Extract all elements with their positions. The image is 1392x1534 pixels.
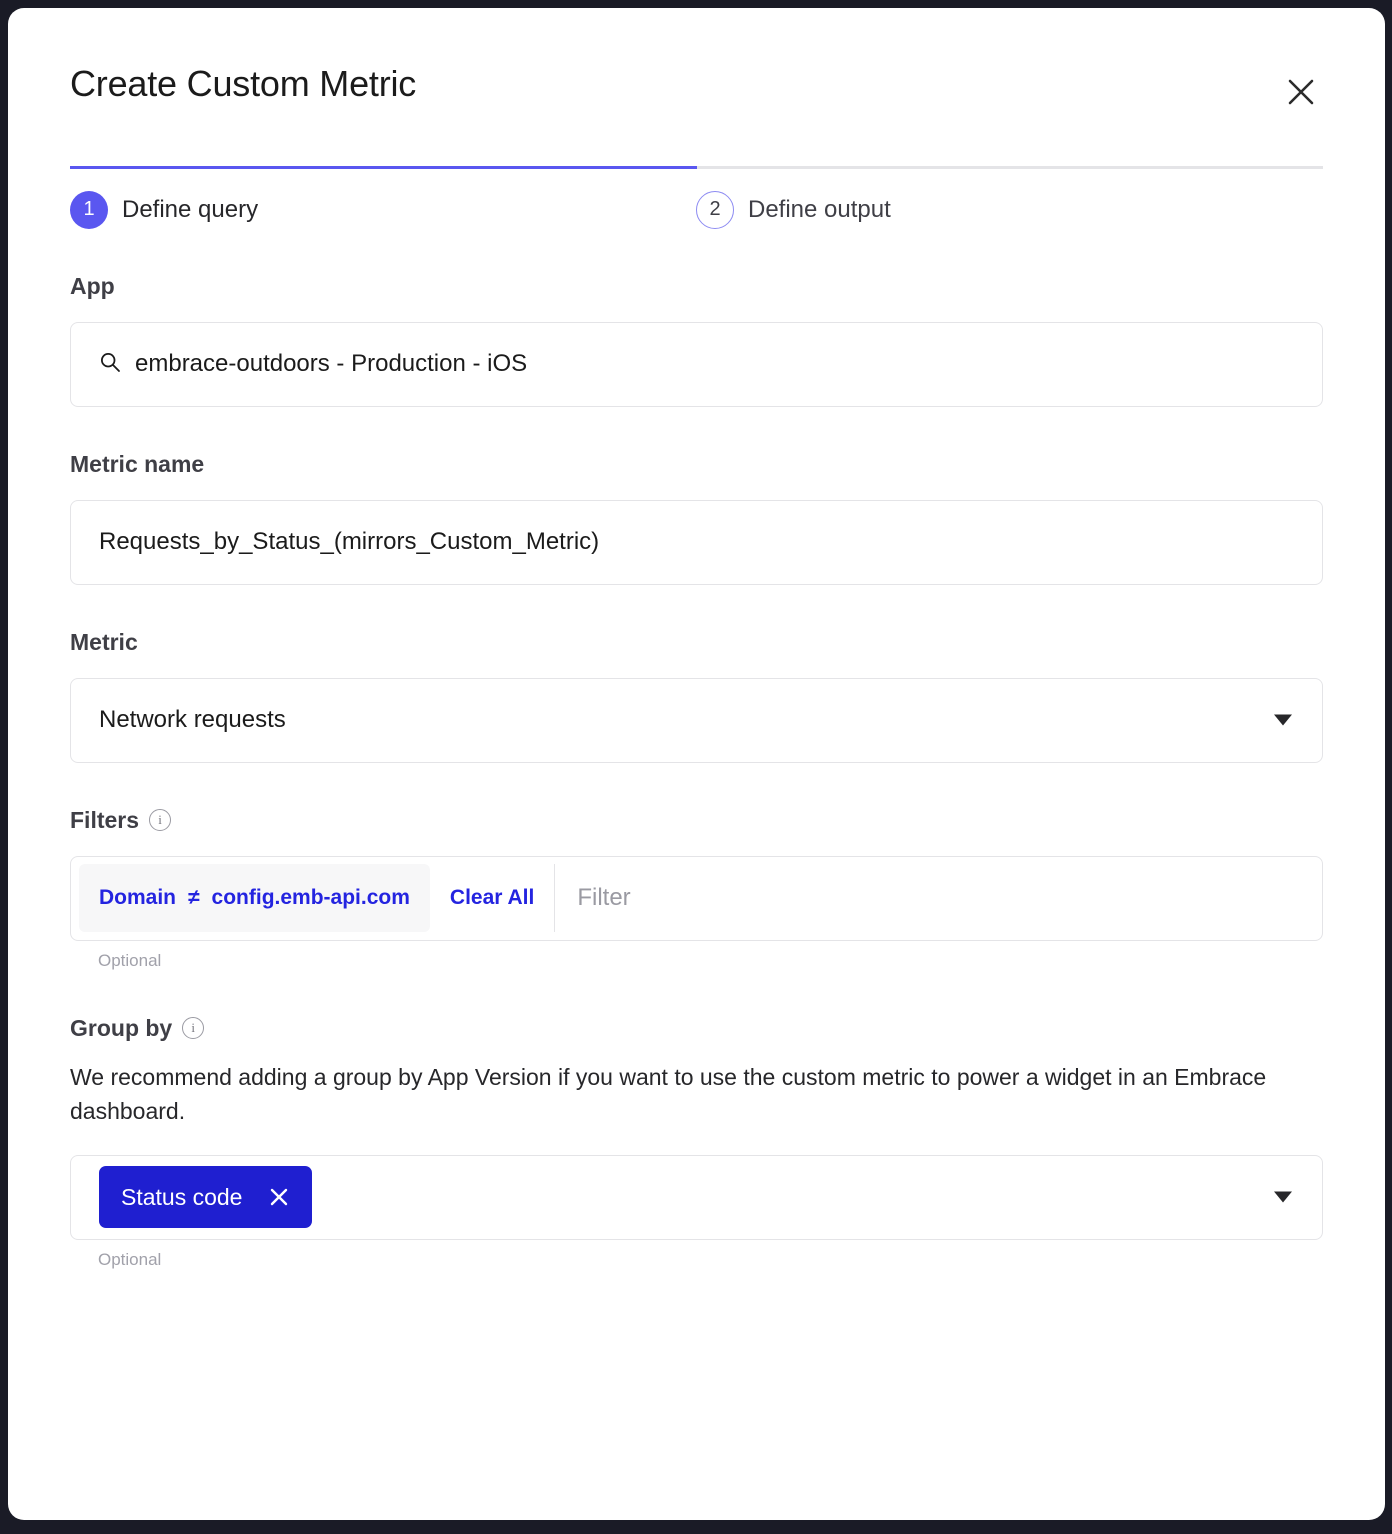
field-group-by: Group by i We recommend adding a group b…	[70, 1015, 1323, 1270]
step-define-query[interactable]: 1 Define query	[70, 190, 696, 229]
metric-label: Metric	[70, 628, 138, 655]
chevron-down-icon	[1274, 1191, 1292, 1203]
info-icon[interactable]: i	[182, 1017, 205, 1040]
field-metric-name: Metric name Requests_by_Status_(mirrors_…	[70, 451, 1323, 585]
app-label: App	[70, 272, 115, 299]
filter-chip[interactable]: Domain ≠ config.emb-api.com	[79, 864, 430, 933]
filter-chip-operator: ≠	[188, 886, 200, 910]
app-select[interactable]: embrace-outdoors - Production - iOS	[70, 321, 1323, 407]
stepper-steps: 1 Define query 2 Define output	[70, 190, 1323, 229]
dialog-header: Create Custom Metric	[70, 8, 1323, 105]
group-by-label-text: Group by	[70, 1014, 173, 1041]
step-label-define-query: Define query	[122, 195, 259, 223]
group-by-tag-label: Status code	[121, 1183, 243, 1210]
group-by-helper-text: We recommend adding a group by App Versi…	[70, 1063, 1267, 1125]
field-app: App embrace-outdoors - Production - iOS	[70, 273, 1323, 407]
app-value: embrace-outdoors - Production - iOS	[135, 350, 528, 378]
close-icon[interactable]	[268, 1186, 290, 1208]
filters-label-text: Filters	[70, 806, 140, 833]
filter-chip-field: Domain	[99, 886, 177, 910]
stepper-progress-track	[70, 165, 1323, 169]
field-filters: Filters i Domain ≠ config.emb-api.com Cl…	[70, 807, 1323, 971]
group-by-optional-hint: Optional	[98, 1249, 162, 1269]
metric-name-label: Metric name	[70, 450, 205, 477]
stepper-progress-fill	[70, 165, 697, 169]
filter-input[interactable]: Filter	[577, 884, 630, 912]
info-icon[interactable]: i	[149, 809, 172, 832]
page-title: Create Custom Metric	[70, 63, 417, 104]
stepper: 1 Define query 2 Define output	[70, 165, 1323, 229]
metric-select[interactable]: Network requests	[70, 677, 1323, 763]
metric-name-input-wrap[interactable]: Requests_by_Status_(mirrors_Custom_Metri…	[70, 499, 1323, 585]
create-custom-metric-dialog: Create Custom Metric 1 Define query 2 De…	[8, 8, 1385, 1520]
group-by-select[interactable]: Status code	[70, 1154, 1323, 1240]
filters-optional-hint: Optional	[98, 950, 162, 970]
step-label-define-output: Define output	[748, 195, 891, 223]
close-button[interactable]	[1279, 70, 1323, 114]
filter-chip-value: config.emb-api.com	[211, 886, 410, 910]
metric-value: Network requests	[99, 706, 286, 734]
filters-label: Filters i	[70, 807, 1323, 834]
group-by-label: Group by i	[70, 1015, 1323, 1042]
step-define-output[interactable]: 2 Define output	[696, 190, 891, 229]
field-metric: Metric Network requests	[70, 629, 1323, 763]
close-icon	[1286, 77, 1316, 107]
filters-input-area[interactable]: Domain ≠ config.emb-api.com Clear All Fi…	[70, 855, 1323, 941]
group-by-tag-status-code[interactable]: Status code	[99, 1166, 313, 1229]
clear-all-button[interactable]: Clear All	[450, 886, 534, 910]
filters-divider	[554, 864, 556, 933]
chevron-down-icon	[1274, 714, 1292, 726]
step-number-1: 1	[70, 190, 108, 229]
step-number-2: 2	[696, 190, 734, 229]
metric-name-input[interactable]: Requests_by_Status_(mirrors_Custom_Metri…	[99, 528, 599, 556]
search-icon	[99, 351, 121, 378]
